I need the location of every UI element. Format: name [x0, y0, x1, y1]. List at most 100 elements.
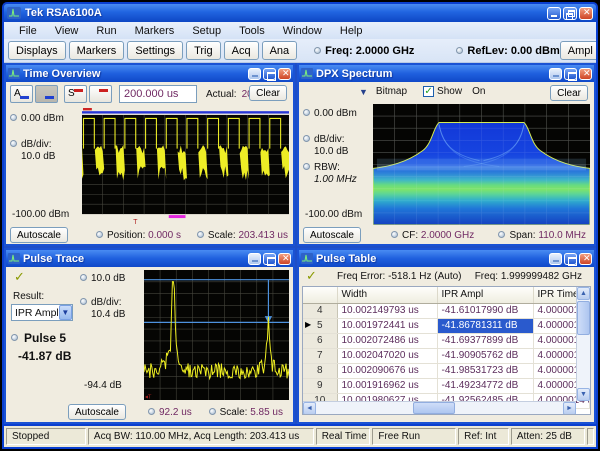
scroll-up-icon[interactable]: ▲	[577, 287, 590, 300]
bottom-db-label: -100.00 dBm	[305, 209, 362, 220]
close-button[interactable]	[579, 253, 592, 265]
selection-marker[interactable]	[169, 215, 186, 218]
trace-dropdown-icon[interactable]: ▼	[359, 87, 368, 97]
pulse-trace-plot[interactable]: ◂T	[144, 270, 289, 400]
clear-button[interactable]: Clear	[550, 85, 588, 101]
displays-button[interactable]: Displays	[8, 41, 66, 60]
horizontal-scrollbar[interactable]: ◄ ►	[303, 401, 576, 414]
table-row[interactable]: 710.002047020 us-41.90905762 dB4.0000014…	[303, 348, 590, 363]
status-bar: Stopped Acq BW: 110.00 MHz, Acq Length: …	[4, 424, 596, 447]
restore-button[interactable]	[563, 7, 577, 20]
chevron-down-icon: ▼	[59, 305, 72, 320]
trace-type-label[interactable]: Bitmap	[376, 86, 407, 97]
table-row[interactable]: 410.002149793 us-41.61017990 dB4.0000014…	[303, 303, 590, 318]
reflev-value[interactable]: 0.00 dBm	[511, 45, 560, 57]
menu-setup[interactable]: Setup	[183, 24, 230, 38]
close-button[interactable]	[278, 68, 291, 80]
table-row[interactable]: 610.002072486 us-41.69377899 dB4.0000014…	[303, 333, 590, 348]
maximize-button[interactable]	[263, 253, 276, 265]
show-checkbox[interactable]: ✓	[423, 86, 434, 97]
top-db-label[interactable]: 10.0 dB	[91, 273, 125, 284]
markers-button[interactable]: Markers	[69, 41, 125, 60]
result-label: Result:	[13, 291, 44, 302]
menu-view[interactable]: View	[46, 24, 88, 38]
time-overview-plot[interactable]: T	[82, 108, 289, 225]
ana-button[interactable]: Ana	[262, 41, 298, 60]
minimize-button[interactable]	[549, 253, 562, 265]
title-bar[interactable]: Tek RSA6100A	[4, 4, 596, 22]
menu-file[interactable]: File	[10, 24, 46, 38]
menu-run[interactable]: Run	[87, 24, 125, 38]
minimize-button[interactable]	[547, 7, 561, 20]
acq-button[interactable]: Acq	[224, 41, 259, 60]
pulse-trace-titlebar[interactable]: Pulse Trace	[6, 250, 293, 267]
menu-tools[interactable]: Tools	[230, 24, 274, 38]
vertical-scrollbar[interactable]: ▲ ▼	[576, 287, 590, 401]
scroll-down-icon[interactable]: ▼	[577, 388, 590, 401]
on-label[interactable]: On	[472, 86, 485, 97]
rbw-label[interactable]: RBW:	[314, 162, 340, 173]
length-input[interactable]	[119, 85, 197, 103]
trace2-button[interactable]	[35, 85, 58, 103]
autoscale-button[interactable]: Autoscale	[68, 404, 126, 420]
result-select[interactable]: IPR Ampl ▼	[11, 304, 73, 321]
horizontal-scroll-thumb[interactable]	[413, 402, 455, 414]
maximize-button[interactable]	[564, 253, 577, 265]
autoscale-button[interactable]: Autoscale	[10, 227, 68, 243]
trigger-marker[interactable]: T	[133, 219, 138, 225]
menu-window[interactable]: Window	[274, 24, 331, 38]
close-button[interactable]	[579, 7, 593, 20]
clear-button[interactable]: Clear	[249, 85, 287, 101]
autoscale-button[interactable]: Autoscale	[303, 227, 361, 243]
minimize-button[interactable]	[248, 68, 261, 80]
close-button[interactable]	[278, 253, 291, 265]
analysis-length-button[interactable]	[89, 85, 112, 103]
settings-button[interactable]: Settings	[127, 41, 183, 60]
result-select-value: IPR Ampl	[12, 307, 59, 319]
dpx-titlebar[interactable]: DPX Spectrum	[299, 65, 594, 82]
vertical-scroll-thumb[interactable]	[577, 301, 590, 335]
pulse-trace-panel: Pulse Trace ✓ Result: IPR Ampl ▼ Pulse 5…	[4, 248, 295, 424]
top-db-label[interactable]: 0.00 dBm	[314, 108, 357, 119]
avg-trace-button[interactable]: A	[10, 85, 33, 103]
menu-markers[interactable]: Markers	[126, 24, 184, 38]
span-label[interactable]: Span:	[509, 230, 535, 241]
col-header-ipr-ampl[interactable]: IPR Ampl	[437, 287, 533, 303]
freq-value[interactable]: 2.0000 GHz	[356, 45, 415, 57]
table-row[interactable]: 810.002090676 us-41.98531723 dB4.0000014…	[303, 363, 590, 378]
col-header-width[interactable]: Width	[337, 287, 437, 303]
dbdiv-label[interactable]: dB/div:	[21, 139, 52, 150]
cf-label[interactable]: CF:	[402, 230, 418, 241]
top-db-label[interactable]: 0.00 dBm	[21, 113, 64, 124]
time-overview-titlebar[interactable]: Time Overview	[6, 65, 293, 82]
minimize-button[interactable]	[248, 253, 261, 265]
position-value[interactable]: 92.2 us	[159, 407, 192, 418]
ampl-button[interactable]: Ampl	[560, 41, 598, 60]
table-row[interactable]: ▶510.001972441 us-41.86781311 dB4.000001…	[303, 318, 590, 333]
table-row[interactable]: 910.001916962 us-41.49234772 dB4.0000014…	[303, 378, 590, 393]
pulse-table-titlebar[interactable]: Pulse Table	[299, 250, 594, 267]
trigger-marker[interactable]: ◂T	[145, 395, 152, 400]
maximize-button[interactable]	[564, 68, 577, 80]
close-button[interactable]	[579, 68, 592, 80]
dbdiv-label[interactable]: dB/div:	[314, 134, 345, 145]
pulse-number-label[interactable]: Pulse 5	[24, 331, 66, 345]
scale-label[interactable]: Scale:	[220, 407, 248, 418]
dbdiv-value: 10.0 dB	[314, 146, 348, 157]
minimize-button[interactable]	[549, 68, 562, 80]
col-header-rownum[interactable]	[303, 287, 337, 303]
dbdiv-label[interactable]: dB/div:	[91, 297, 122, 308]
scale-label[interactable]: Scale:	[208, 230, 236, 241]
position-label[interactable]: Position:	[107, 230, 145, 241]
status-atten: Atten: 25 dB	[511, 428, 585, 445]
trig-button[interactable]: Trig	[186, 41, 221, 60]
status-acq-info: Acq BW: 110.00 MHz, Acq Length: 203.413 …	[88, 428, 314, 445]
dpx-bitmap-plot[interactable]	[373, 104, 590, 225]
dpx-spectrum-panel: DPX Spectrum ▼ Bitmap ✓ Show On Clear 0.…	[297, 63, 596, 246]
pulse-results-table: Width IPR Ampl IPR Time 410.002149793 us…	[302, 286, 591, 415]
maximize-button[interactable]	[263, 68, 276, 80]
scroll-left-icon[interactable]: ◄	[303, 402, 316, 415]
spectrum-length-button[interactable]: S	[64, 85, 87, 103]
scroll-right-icon[interactable]: ►	[563, 402, 576, 415]
menu-help[interactable]: Help	[331, 24, 372, 38]
